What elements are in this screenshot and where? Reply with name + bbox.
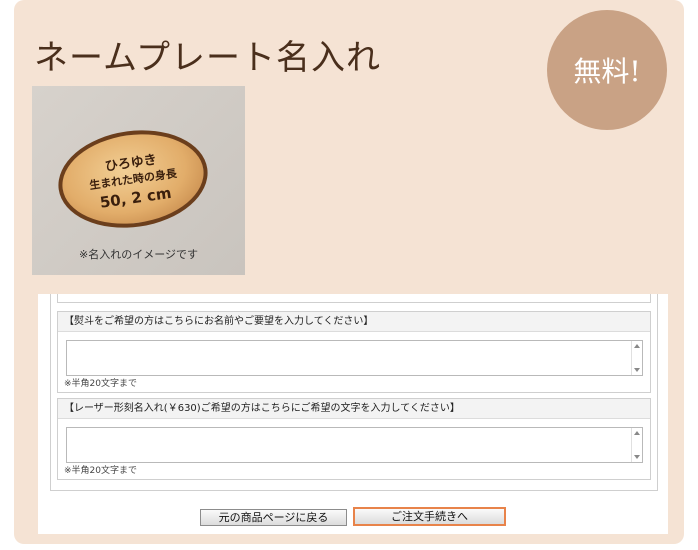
noshi-char-limit-note: ※半角20文字まで xyxy=(64,379,137,389)
order-form-panel: 【熨斗をご希望の方はこちらにお名前やご要望を入力してください】 ※半角20文字ま… xyxy=(38,294,668,534)
engraving-section: 【レーザー形刻名入れ(￥630)ご希望の方はこちらにご希望の文字を入力してくださ… xyxy=(57,398,651,480)
free-badge-label: 無料! xyxy=(573,55,641,88)
scroll-up-icon[interactable] xyxy=(634,344,640,348)
noshi-section: 【熨斗をご希望の方はこちらにお名前やご要望を入力してください】 ※半角20文字ま… xyxy=(57,311,651,393)
noshi-section-header: 【熨斗をご希望の方はこちらにお名前やご要望を入力してください】 xyxy=(58,312,650,332)
form-box: 【熨斗をご希望の方はこちらにお名前やご要望を入力してください】 ※半角20文字ま… xyxy=(50,294,658,491)
engraving-section-header: 【レーザー形刻名入れ(￥630)ご希望の方はこちらにご希望の文字を入力してくださ… xyxy=(58,399,650,419)
previous-section-edge xyxy=(57,294,651,303)
scroll-up-icon[interactable] xyxy=(634,431,640,435)
free-badge: 無料! xyxy=(547,10,667,130)
page-title: ネームプレート名入れ xyxy=(34,38,381,78)
photo-caption: ※名入れのイメージです xyxy=(79,248,198,261)
noshi-textarea-scrollbar[interactable] xyxy=(631,341,642,375)
proceed-to-order-button[interactable]: ご注文手続きへ xyxy=(353,507,506,526)
scroll-down-icon[interactable] xyxy=(634,368,640,372)
engraving-textarea[interactable] xyxy=(66,427,643,463)
engraving-textarea-scrollbar[interactable] xyxy=(631,428,642,462)
nameplate-photo: ひろゆき 生まれた時の身長 50, 2 cm ※名入れのイメージです xyxy=(32,86,245,275)
engraving-char-limit-note: ※半角20文字まで xyxy=(64,466,137,476)
wooden-nameplate: ひろゆき 生まれた時の身長 50, 2 cm xyxy=(52,121,214,237)
back-to-product-button[interactable]: 元の商品ページに戻る xyxy=(200,509,347,526)
scroll-down-icon[interactable] xyxy=(634,455,640,459)
noshi-textarea[interactable] xyxy=(66,340,643,376)
